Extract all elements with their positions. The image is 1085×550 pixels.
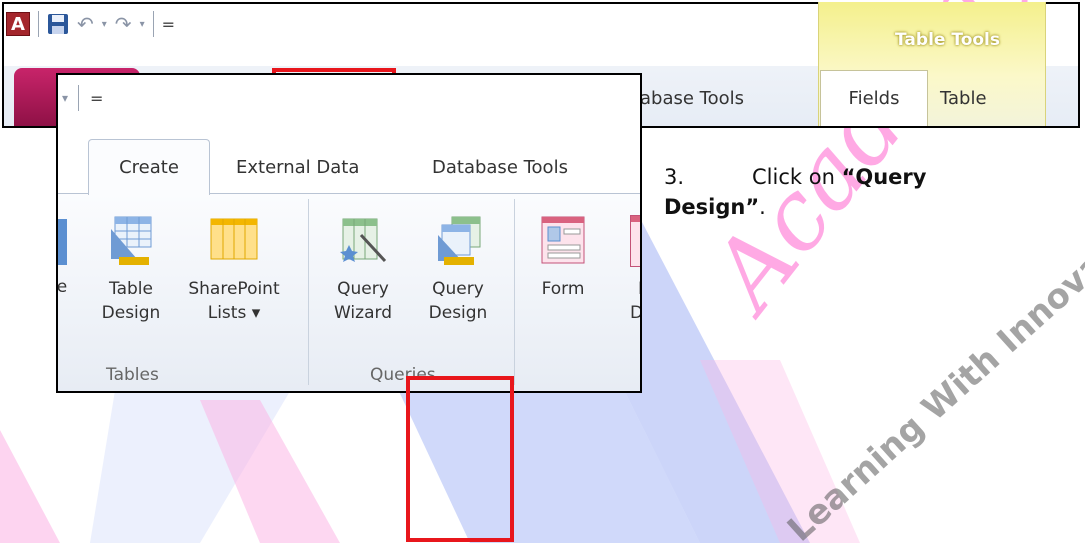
form-icon bbox=[541, 216, 585, 264]
instruction-text: Click on bbox=[752, 165, 842, 189]
query-wizard-icon bbox=[340, 218, 387, 263]
group-divider bbox=[514, 199, 515, 385]
quick-access-toolbar: A ↶ ▾ ↷ ▾ = bbox=[6, 6, 175, 42]
access-app-icon[interactable]: A bbox=[6, 12, 30, 36]
tab-database-tools-background[interactable]: abase Tools bbox=[640, 88, 744, 109]
qat-divider bbox=[152, 11, 154, 37]
table-design-icon bbox=[111, 216, 152, 265]
table-design-button[interactable]: Table Design bbox=[86, 215, 176, 325]
group-divider bbox=[308, 199, 309, 385]
ribbon-zoom-inset: ▾ = Create External Data Database Tools … bbox=[56, 73, 642, 393]
inset-qat-dropdown-icon[interactable]: ▾ bbox=[62, 91, 68, 105]
tab-fields[interactable]: Fields bbox=[820, 70, 928, 126]
undo-icon[interactable]: ↶ bbox=[77, 12, 94, 36]
save-icon[interactable] bbox=[47, 13, 69, 35]
redo-dropdown-icon[interactable]: ▾ bbox=[140, 19, 145, 30]
form-design-button-partial[interactable]: F De bbox=[624, 215, 640, 325]
query-design-button[interactable]: Query Design bbox=[408, 215, 508, 325]
redo-icon[interactable]: ↷ bbox=[115, 12, 132, 36]
group-label-tables: Tables bbox=[106, 365, 159, 385]
table-icon bbox=[58, 219, 67, 265]
qat-divider bbox=[38, 11, 39, 37]
table-tools-label: Table Tools bbox=[895, 30, 1000, 50]
instruction-end: . bbox=[759, 195, 766, 219]
query-design-icon bbox=[438, 216, 481, 265]
customize-qat-icon[interactable]: = bbox=[162, 15, 175, 34]
tab-create[interactable]: Create bbox=[88, 139, 210, 195]
highlight-box-query-design bbox=[406, 376, 514, 542]
tab-external-data[interactable]: External Data bbox=[236, 157, 359, 178]
partial-left-button[interactable]: e bbox=[58, 219, 72, 299]
form-design-icon bbox=[630, 215, 640, 267]
sharepoint-lists-button[interactable]: SharePoint Lists ▾ bbox=[174, 215, 294, 325]
instruction-step: 3. Click on “Query Design”. bbox=[664, 162, 994, 222]
inset-qat-divider bbox=[78, 85, 79, 111]
undo-dropdown-icon[interactable]: ▾ bbox=[102, 19, 107, 30]
tab-table[interactable]: Table bbox=[940, 88, 987, 109]
query-wizard-button[interactable]: Query Wizard bbox=[322, 215, 404, 325]
step-number: 3. bbox=[664, 165, 685, 189]
sharepoint-lists-icon bbox=[210, 218, 258, 260]
form-button[interactable]: Form bbox=[528, 215, 598, 301]
tab-database-tools[interactable]: Database Tools bbox=[432, 157, 568, 178]
inset-customize-qat-icon[interactable]: = bbox=[90, 89, 103, 108]
